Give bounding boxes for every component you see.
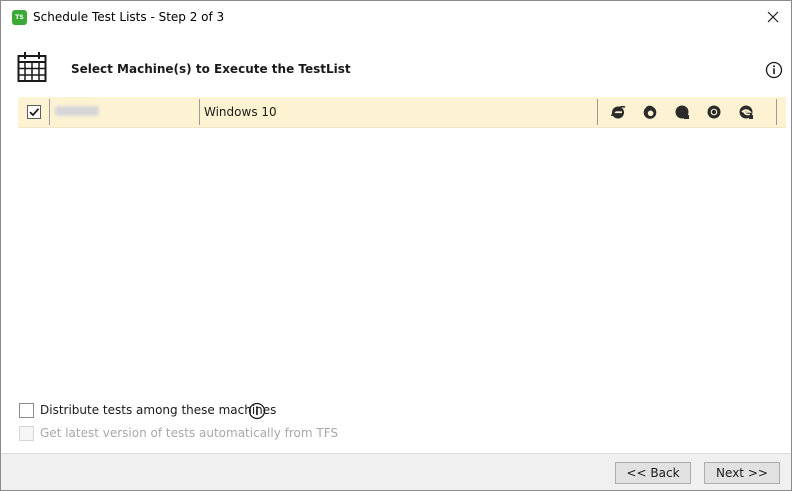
close-icon (767, 11, 779, 23)
info-icon[interactable] (248, 402, 266, 420)
calendar-icon (17, 52, 47, 82)
info-icon[interactable] (765, 61, 783, 79)
machine-os: Windows 10 (204, 105, 277, 119)
safari-icon[interactable] (674, 104, 690, 120)
checkmark-icon (29, 108, 40, 117)
footer: << Back Next >> (1, 453, 791, 490)
close-button[interactable] (759, 3, 787, 31)
distribute-label[interactable]: Distribute tests among these machines (40, 403, 276, 417)
header-row: Select Machine(s) to Execute the TestLis… (1, 47, 791, 91)
back-button[interactable]: << Back (615, 462, 691, 484)
machine-row[interactable]: Windows 10 (18, 97, 786, 128)
column-divider (49, 99, 50, 125)
latest-version-checkbox (19, 426, 34, 441)
distribute-checkbox[interactable] (19, 403, 34, 418)
window-title: Schedule Test Lists - Step 2 of 3 (33, 10, 225, 24)
next-button[interactable]: Next >> (704, 462, 780, 484)
chrome-icon[interactable] (706, 104, 722, 120)
edge-icon[interactable] (738, 104, 754, 120)
machine-name (55, 106, 99, 116)
column-divider (776, 99, 777, 125)
title-bar: TS Schedule Test Lists - Step 2 of 3 (1, 1, 791, 33)
firefox-icon[interactable] (642, 104, 658, 120)
machine-checkbox[interactable] (27, 105, 41, 119)
latest-version-label: Get latest version of tests automaticall… (40, 426, 339, 440)
app-logo-icon: TS (12, 10, 27, 25)
column-divider (597, 99, 598, 125)
column-divider (199, 99, 200, 125)
internet-explorer-icon[interactable] (610, 104, 626, 120)
section-title: Select Machine(s) to Execute the TestLis… (71, 62, 351, 76)
schedule-test-lists-dialog: TS Schedule Test Lists - Step 2 of 3 Sel… (0, 0, 792, 491)
